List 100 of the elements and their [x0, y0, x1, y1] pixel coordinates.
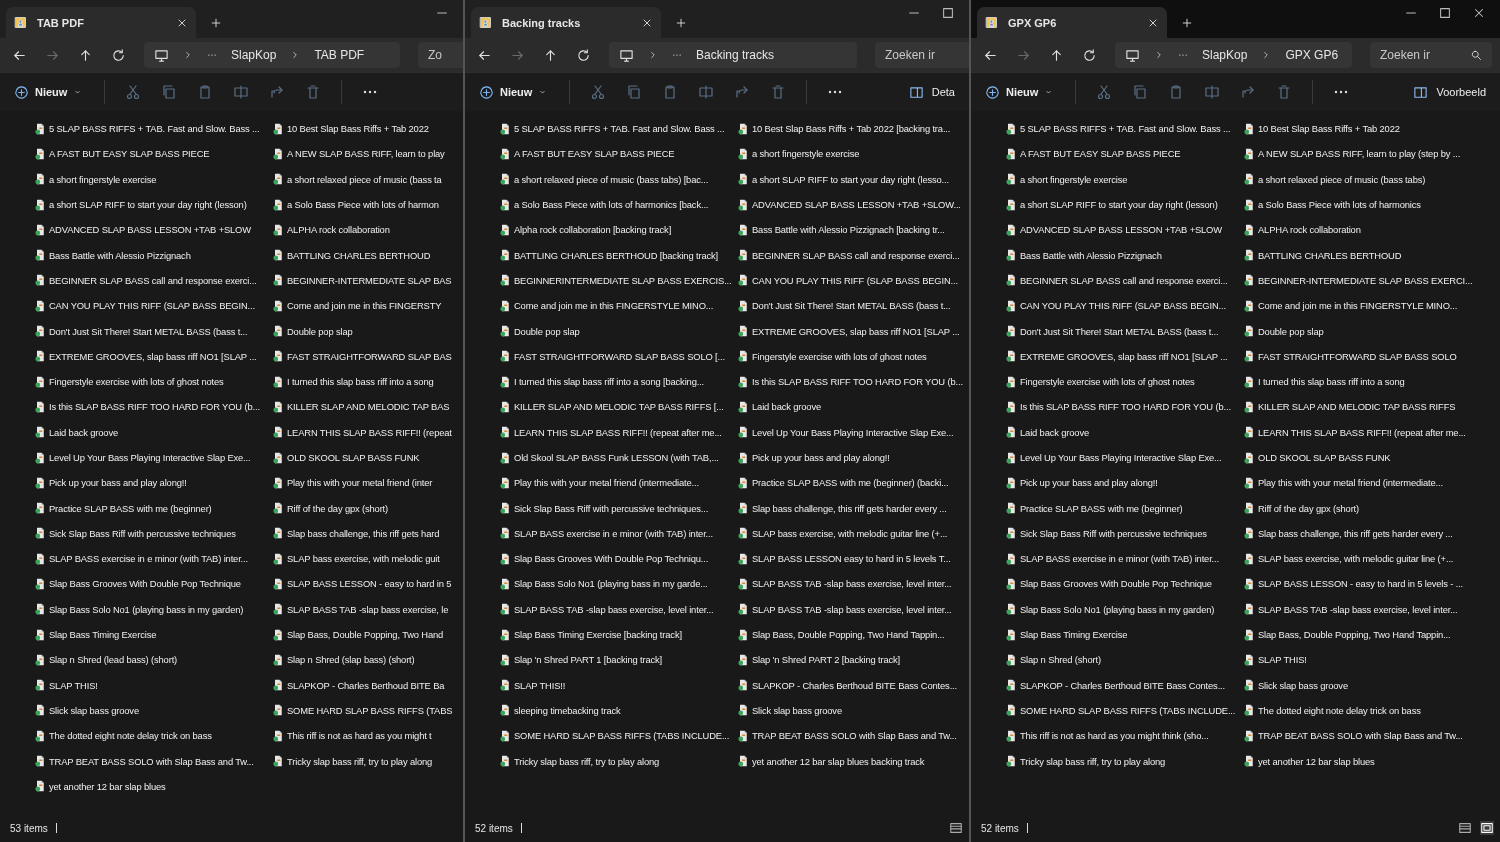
window-tab[interactable]: GPX GP6 [977, 7, 1167, 38]
file-item[interactable]: Slap Bass, Double Popping, Two Hand [272, 621, 463, 648]
file-item[interactable]: SLAP BASS LESSON - easy to hard in 5 levels - ... [1243, 571, 1481, 597]
file-item[interactable]: KILLER SLAP AND MELODIC TAP BASS RIFFS [1243, 394, 1481, 420]
breadcrumb-item[interactable]: GPX GP6 [1285, 48, 1339, 62]
file-item[interactable]: Level Up Your Bass Playing Interactive Slap Exe... [1005, 444, 1243, 471]
file-item[interactable]: LEARN THIS SLAP BASS RIFF!! (repeat after me... [499, 419, 737, 445]
file-item[interactable]: Fingerstyle exercise with lots of ghost notes [34, 368, 272, 395]
file-item[interactable]: SLAP BASS LESSON easy to hard in 5 levels T... [737, 546, 969, 572]
list-view-icon[interactable] [949, 821, 963, 835]
file-item[interactable]: Tricky slap bass riff, try to play along [272, 748, 463, 774]
new-button[interactable]: Nieuw [983, 82, 1056, 102]
file-item[interactable]: SOME HARD SLAP BASS RIFFS (TABS [272, 697, 463, 724]
file-item[interactable]: CAN YOU PLAY THIS RIFF (SLAP BASS BEGIN... [1005, 293, 1243, 319]
file-item[interactable]: KILLER SLAP AND MELODIC TAP BAS [272, 394, 463, 420]
file-item[interactable]: SLAPKOP - Charles Berthoud BITE Bass Contes... [737, 672, 969, 698]
file-item[interactable]: SLAP BASS exercise in e minor (with TAB) inter... [34, 546, 272, 572]
file-item[interactable]: a short fingerstyle exercise [1005, 166, 1243, 192]
arrow-up-icon[interactable] [543, 47, 558, 63]
file-item[interactable]: SLAP BASS TAB -slap bass exercise, level inter... [737, 596, 969, 622]
breadcrumb-item[interactable]: Backing tracks [696, 48, 775, 62]
file-item[interactable]: I turned this slap bass riff into a song [1243, 368, 1481, 395]
file-item[interactable]: Is this SLAP BASS RIFF TOO HARD FOR YOU (b... [737, 368, 969, 395]
file-item[interactable]: Slick slap bass groove [1243, 672, 1481, 698]
file-item[interactable]: Practice SLAP BASS with me (beginner) [1005, 495, 1243, 521]
file-item[interactable]: Alpha rock collaboration [backing track] [499, 217, 737, 243]
file-item[interactable]: Level Up Your Bass Playing Interactive Slap Exe... [34, 444, 272, 471]
file-item[interactable]: SLAP BASS exercise in e minor (with TAB) inter... [1005, 546, 1243, 572]
file-item[interactable]: a short SLAP RIFF to start your day right (lesson) [34, 191, 272, 218]
file-item[interactable]: BEGINNER SLAP BASS call and response exerci... [34, 267, 272, 294]
file-item[interactable]: FAST STRAIGHTFORWARD SLAP BASS SOLO [... [499, 343, 737, 369]
window-tab[interactable]: Backing tracks [471, 7, 661, 38]
file-item[interactable]: a Solo Bass Piece with lots of harmon [272, 191, 463, 218]
preview-pane-button[interactable]: Deta [902, 82, 961, 102]
maximize-icon[interactable] [1438, 6, 1452, 20]
file-item[interactable]: Bass Battle with Alessio Pizzignach [1005, 242, 1243, 268]
file-item[interactable]: Riff of the day gpx (short) [1243, 495, 1481, 521]
file-item[interactable]: Slap n Shred (short) [1005, 647, 1243, 673]
file-item[interactable]: a short relaxed piece of music (bass tabs) [1243, 166, 1481, 192]
file-item[interactable]: sleeping timebacking track [499, 697, 737, 724]
new-button[interactable]: Nieuw [12, 82, 85, 102]
file-item[interactable]: Don't Just Sit There! Start METAL BASS (bass t... [34, 318, 272, 344]
tile-view-icon[interactable] [1480, 821, 1494, 835]
file-item[interactable]: Laid back groove [737, 394, 969, 420]
refresh-icon[interactable] [1082, 47, 1097, 63]
file-item[interactable]: a short relaxed piece of music (bass tabs) [bac... [499, 166, 737, 192]
file-item[interactable]: BEGINNER SLAP BASS call and response exerci... [737, 242, 969, 268]
file-item[interactable]: Sick Slap Bass Riff with percussive techniques... [499, 495, 737, 521]
file-item[interactable]: SLAPKOP - Charles Berthoud BITE Ba [272, 672, 463, 698]
new-button[interactable]: Nieuw [477, 82, 550, 102]
file-item[interactable]: Play this with your metal friend (intermediate... [499, 470, 737, 496]
file-item[interactable]: Fingerstyle exercise with lots of ghost notes [737, 343, 969, 369]
arrow-up-icon[interactable] [78, 47, 93, 63]
file-item[interactable]: Tricky slap bass riff, try to play along [499, 748, 737, 774]
file-item[interactable]: Is this SLAP BASS RIFF TOO HARD FOR YOU (b... [34, 394, 272, 420]
file-item[interactable]: yet another 12 bar slap blues [34, 773, 272, 799]
refresh-icon[interactable] [576, 47, 591, 63]
file-item[interactable]: Slap Bass Grooves With Double Pop Technique [34, 571, 272, 597]
file-item[interactable]: BEGINNER-INTERMEDIATE SLAP BASS EXERCI... [1243, 267, 1481, 294]
file-item[interactable]: ADVANCED SLAP BASS LESSON +TAB +SLOW [1005, 217, 1243, 243]
file-item[interactable]: SLAP THIS!! [499, 672, 737, 698]
breadcrumb-item[interactable]: SlapKop [231, 48, 277, 62]
file-item[interactable]: A FAST BUT EASY SLAP BASS PIECE [1005, 141, 1243, 167]
file-item[interactable]: Pick up your bass and play along!! [737, 444, 969, 471]
file-item[interactable]: a short SLAP RIFF to start your day right (lesson) [1005, 191, 1243, 218]
file-item[interactable]: 5 SLAP BASS RIFFS + TAB. Fast and Slow. Bass ... [499, 116, 737, 142]
file-item[interactable]: Slap Bass Grooves With Double Pop Techniqu... [499, 546, 737, 572]
file-item[interactable]: I turned this slap bass riff into a song [272, 368, 463, 395]
file-item[interactable]: SLAPKOP - Charles Berthoud BITE Bass Contes... [1005, 672, 1243, 698]
file-item[interactable]: Slap Bass, Double Popping, Two Hand Tappin... [737, 621, 969, 648]
file-item[interactable]: a Solo Bass Piece with lots of harmonics [1243, 191, 1481, 218]
file-item[interactable]: 5 SLAP BASS RIFFS + TAB. Fast and Slow. Bass ... [34, 116, 272, 142]
file-item[interactable]: Pick up your bass and play along!! [1005, 470, 1243, 496]
file-item[interactable]: LEARN THIS SLAP BASS RIFF!! (repeat [272, 419, 463, 445]
file-item[interactable]: Slick slap bass groove [737, 697, 969, 724]
address-bar[interactable]: Backing tracks [609, 42, 857, 68]
file-item[interactable]: Level Up Your Bass Playing Interactive Slap Exe... [737, 419, 969, 445]
breadcrumb-item[interactable]: TAB PDF [314, 48, 365, 62]
file-item[interactable]: SOME HARD SLAP BASS RIFFS (TABS INCLUDE... [1005, 697, 1243, 724]
file-item[interactable]: Old Skool SLAP BASS Funk LESSON (with TAB,... [499, 444, 737, 471]
file-item[interactable]: SLAP THIS! [34, 672, 272, 698]
file-item[interactable]: TRAP BEAT BASS SOLO with Slap Bass and Tw... [34, 748, 272, 774]
file-item[interactable]: Play this with your metal friend (inter [272, 470, 463, 496]
window-tab[interactable]: TAB PDF [6, 7, 196, 38]
file-item[interactable]: BATTLING CHARLES BERTHOUD [1243, 242, 1481, 268]
address-bar[interactable]: SlapKop TAB PDF [144, 42, 400, 68]
file-item[interactable]: OLD SKOOL SLAP BASS FUNK [272, 444, 463, 471]
file-item[interactable]: A FAST BUT EASY SLAP BASS PIECE [499, 141, 737, 167]
preview-pane-button[interactable]: Voorbeeld [1407, 82, 1492, 102]
file-item[interactable]: a short fingerstyle exercise [34, 166, 272, 192]
file-item[interactable]: a short fingerstyle exercise [737, 141, 969, 167]
file-item[interactable]: Sick Slap Bass Riff with percussive techniques [34, 520, 272, 547]
file-item[interactable]: The dotted eight note delay trick on bass [34, 723, 272, 749]
file-item[interactable]: Slick slap bass groove [34, 697, 272, 724]
file-item[interactable]: Slap 'n Shred PART 2 [backing track] [737, 647, 969, 673]
file-item[interactable]: 10 Best Slap Bass Riffs + Tab 2022 [backing tra... [737, 116, 969, 142]
file-item[interactable]: SLAP BASS TAB -slap bass exercise, level inter... [737, 571, 969, 597]
file-item[interactable]: Riff of the day gpx (short) [272, 495, 463, 521]
file-item[interactable]: Play this with your metal friend (intermediate... [1243, 470, 1481, 496]
file-item[interactable]: Double pop slap [1243, 318, 1481, 344]
